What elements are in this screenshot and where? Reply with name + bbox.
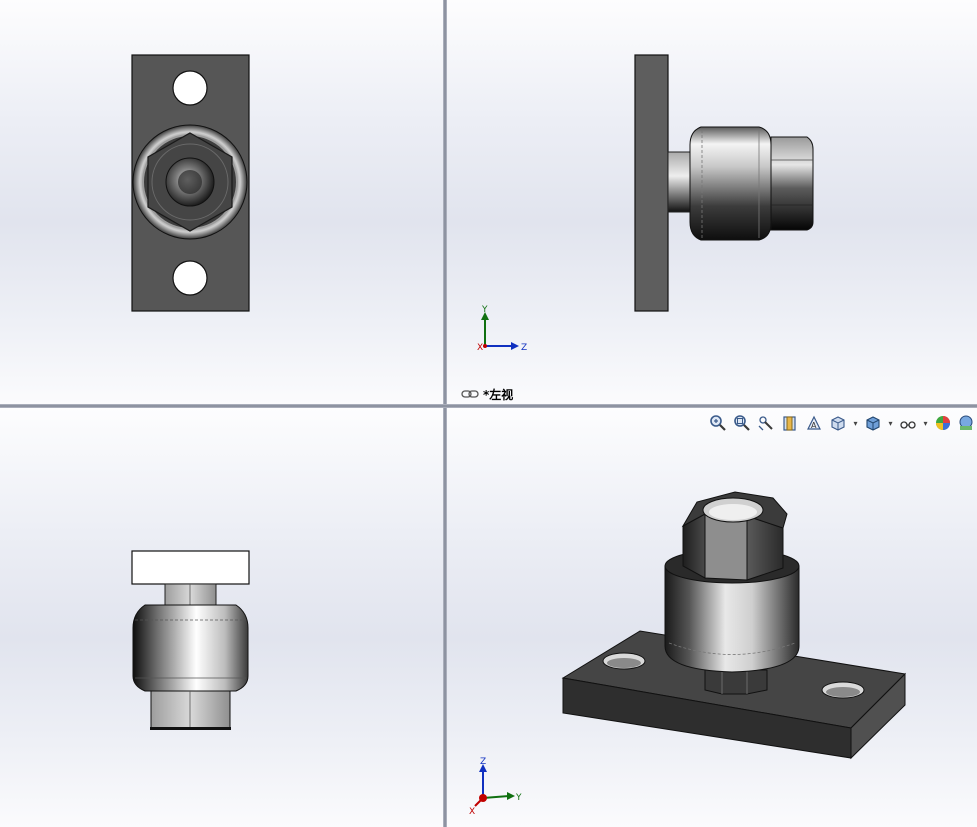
isometric-view[interactable]: A ▾ ▾ ▾ Z Y X <box>447 408 977 827</box>
viewport-splitter-vertical[interactable] <box>443 0 447 827</box>
triad-x-label: X <box>469 807 475 816</box>
iso-lower-nut <box>704 669 768 695</box>
triad-y-label: Y <box>481 305 488 315</box>
view-name-label[interactable]: *左视 <box>461 386 513 402</box>
plate-side <box>634 54 669 312</box>
iso-coordinate-triad: Z Y X <box>469 757 522 816</box>
iso-upper-nut-front <box>704 513 748 581</box>
left-view[interactable]: Y Z X *左视 <box>447 0 977 404</box>
viewport-splitter-horizontal[interactable] <box>0 404 977 408</box>
hex-nut-top <box>150 690 231 730</box>
shaft-top <box>164 583 217 607</box>
link-views-icon[interactable] <box>461 389 479 399</box>
triad-x-label: X <box>477 343 483 353</box>
triad-z-label: Z <box>521 343 527 353</box>
top-view[interactable] <box>0 408 443 827</box>
top-view-model <box>131 550 250 730</box>
mounting-hole-bottom <box>172 260 208 296</box>
front-view[interactable] <box>0 0 443 404</box>
front-view-model <box>131 54 250 312</box>
triad-y-label: Y <box>515 793 522 803</box>
hex-nut-side <box>770 136 814 231</box>
view-name-text: *左视 <box>483 387 514 402</box>
triad-z-label: Z <box>480 757 486 767</box>
shaft-side <box>667 151 693 213</box>
plate-top <box>131 550 250 585</box>
mounting-hole-top <box>172 70 208 106</box>
coordinate-triad: Y Z X <box>477 305 527 353</box>
